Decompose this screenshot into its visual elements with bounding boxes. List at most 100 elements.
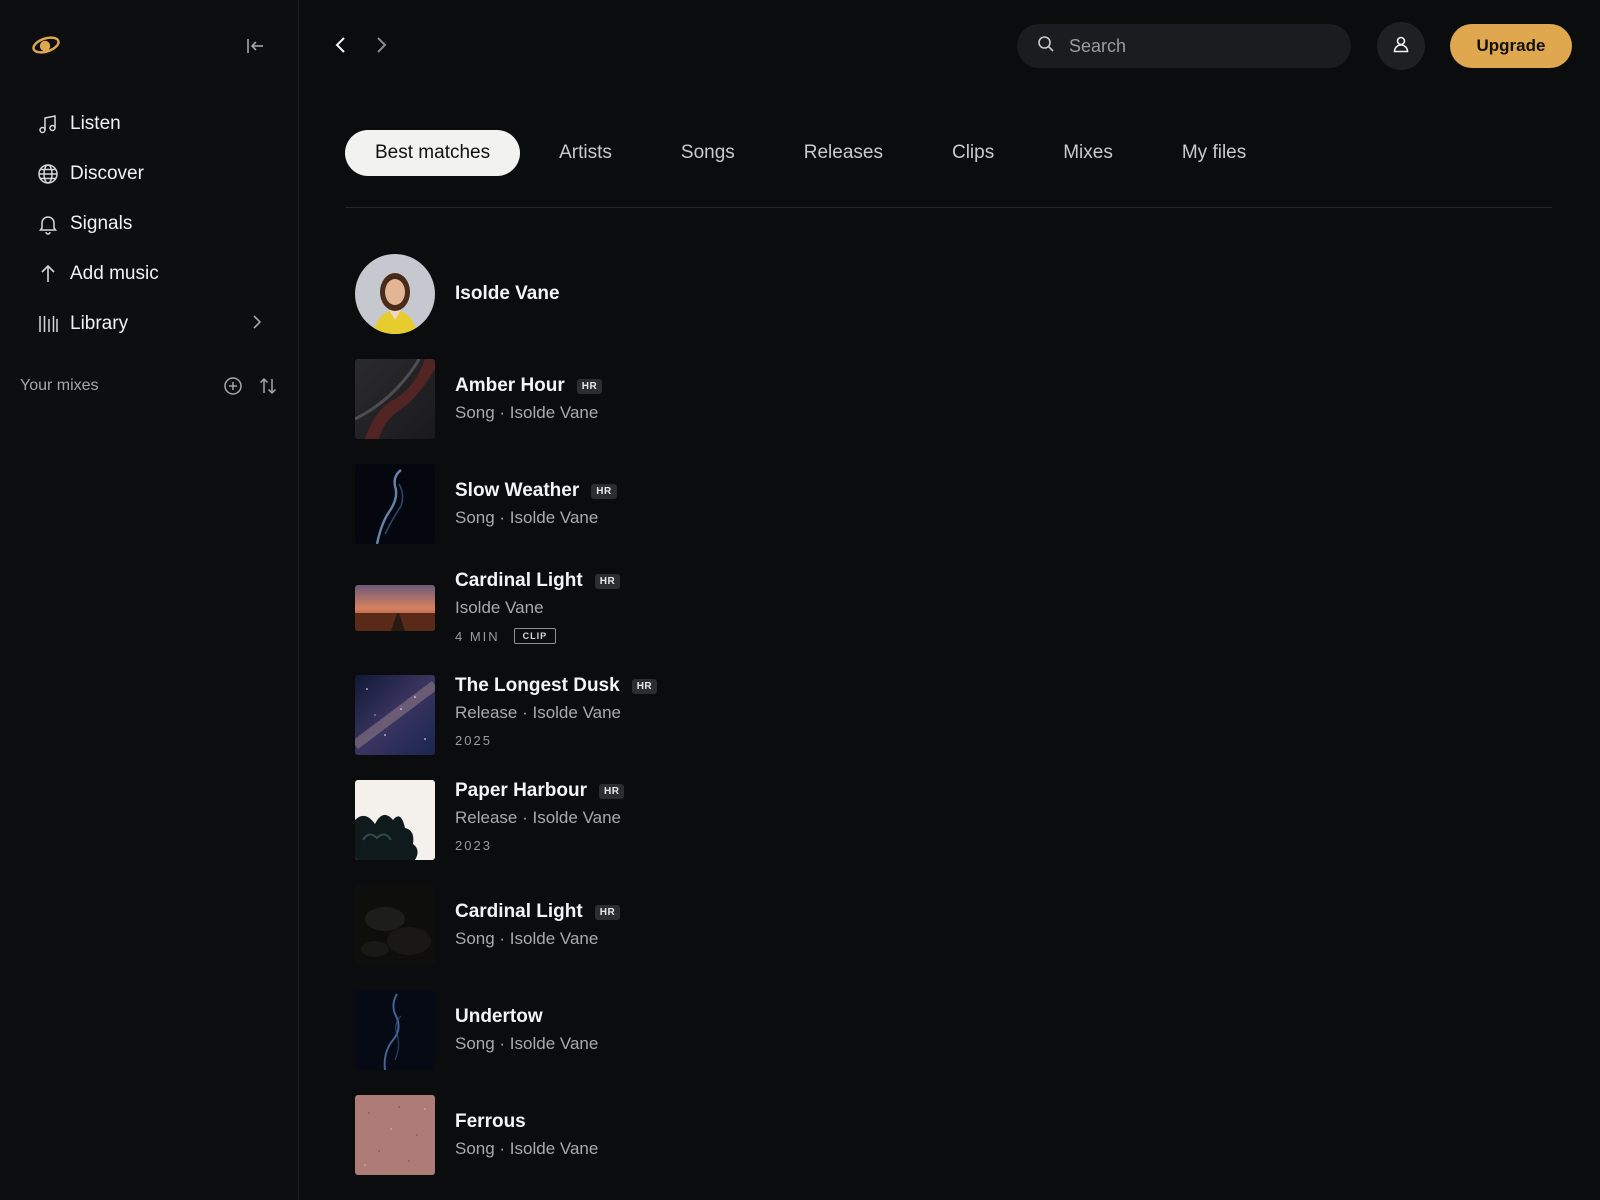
result-title-line: Undertow	[455, 1006, 598, 1028]
result-song-row[interactable]: Slow Weather HR Song · Isolde Vane	[355, 464, 617, 544]
your-mixes-header: Your mixes	[20, 372, 280, 400]
sidebar-item-label: Add music	[70, 263, 159, 284]
result-title-line: Cardinal Light HR	[455, 901, 621, 923]
result-info: Undertow Song · Isolde Vane	[455, 1006, 598, 1054]
sidebar-item-label: Discover	[70, 163, 144, 184]
result-meta: 2023	[455, 838, 624, 853]
release-year: 2025	[455, 733, 492, 748]
tabs-divider	[345, 207, 1552, 208]
release-year: 2023	[455, 838, 492, 853]
result-title-line: Slow Weather HR	[455, 480, 617, 502]
result-artist-row[interactable]: Isolde Vane	[355, 254, 560, 334]
result-info: Amber Hour HR Song · Isolde Vane	[455, 375, 603, 423]
result-release-row[interactable]: The Longest Dusk HR Release · Isolde Van…	[355, 675, 658, 755]
clip-duration: 4 MIN	[455, 628, 500, 644]
result-title: Cardinal Light	[455, 570, 583, 591]
account-button[interactable]	[1377, 22, 1425, 70]
tab-mixes[interactable]: Mixes	[1033, 130, 1143, 176]
result-title: Ferrous	[455, 1111, 526, 1132]
result-info: Cardinal Light HR Song · Isolde Vane	[455, 901, 621, 949]
tab-clips[interactable]: Clips	[922, 130, 1024, 176]
add-mix-icon[interactable]	[221, 374, 245, 398]
result-song-row[interactable]: Ferrous Song · Isolde Vane	[355, 1095, 598, 1175]
sidebar-nav: Listen Discover Signals Add music Librar…	[36, 99, 276, 349]
result-song-row[interactable]: Amber Hour HR Song · Isolde Vane	[355, 359, 603, 439]
sidebar-item-add-music[interactable]: Add music	[36, 249, 276, 299]
result-song-row[interactable]: Cardinal Light HR Song · Isolde Vane	[355, 885, 621, 965]
result-subtitle: Release · Isolde Vane	[455, 808, 622, 827]
tab-my-files[interactable]: My files	[1152, 130, 1276, 176]
artist-avatar	[355, 254, 435, 334]
library-icon	[36, 312, 60, 336]
result-info: Ferrous Song · Isolde Vane	[455, 1111, 598, 1159]
result-info: Isolde Vane	[455, 283, 560, 305]
app-logo-icon[interactable]	[30, 32, 62, 58]
result-subtitle: Isolde Vane	[455, 598, 544, 617]
result-subtitle: Song · Isolde Vane	[455, 403, 599, 422]
tab-artists[interactable]: Artists	[529, 130, 642, 176]
sidebar: Listen Discover Signals Add music Librar…	[0, 0, 299, 1200]
result-info: Cardinal Light HR Isolde Vane 4 MIN CLIP	[455, 570, 621, 644]
hi-res-badge: HR	[576, 378, 603, 394]
result-title: Isolde Vane	[455, 283, 560, 304]
sidebar-item-listen[interactable]: Listen	[36, 99, 276, 149]
back-icon[interactable]	[328, 32, 354, 58]
result-title-line: Ferrous	[455, 1111, 598, 1133]
tab-best-matches[interactable]: Best matches	[345, 130, 521, 176]
hi-res-badge: HR	[591, 483, 617, 499]
your-mixes-label: Your mixes	[20, 377, 99, 394]
search-bar[interactable]	[1017, 24, 1351, 68]
result-artwork	[355, 675, 435, 755]
result-title-line: Cardinal Light HR	[455, 570, 621, 592]
sidebar-item-signals[interactable]: Signals	[36, 199, 276, 249]
result-subtitle: Release · Isolde Vane	[455, 703, 622, 722]
result-subtitle: Song · Isolde Vane	[455, 1034, 599, 1053]
result-clip-row[interactable]: Cardinal Light HR Isolde Vane 4 MIN CLIP	[355, 570, 621, 644]
hi-res-badge: HR	[631, 678, 658, 694]
result-artwork	[355, 990, 435, 1070]
result-title-line: The Longest Dusk HR	[455, 675, 658, 697]
hi-res-badge: HR	[594, 904, 621, 920]
result-meta: 4 MIN CLIP	[455, 628, 620, 644]
result-release-row[interactable]: Paper Harbour HR Release · Isolde Vane 2…	[355, 780, 625, 860]
search-icon	[1037, 35, 1055, 58]
result-subtitle: Song · Isolde Vane	[455, 508, 599, 527]
chevron-right-icon[interactable]	[250, 313, 264, 336]
result-info: Slow Weather HR Song · Isolde Vane	[455, 480, 617, 528]
result-title: The Longest Dusk	[455, 675, 620, 696]
result-artwork	[355, 780, 435, 860]
result-title: Amber Hour	[455, 375, 565, 396]
result-artwork	[355, 885, 435, 965]
sidebar-item-label: Signals	[70, 213, 133, 234]
sort-icon[interactable]	[256, 374, 280, 398]
upgrade-button[interactable]: Upgrade	[1450, 24, 1572, 68]
hi-res-badge: HR	[594, 573, 621, 589]
clip-thumbnail	[355, 585, 435, 631]
hi-res-badge: HR	[598, 783, 625, 799]
result-title-line: Paper Harbour HR	[455, 780, 625, 802]
result-meta: 2025	[455, 733, 657, 748]
result-song-row[interactable]: Undertow Song · Isolde Vane	[355, 990, 598, 1070]
result-subtitle: Song · Isolde Vane	[455, 929, 599, 948]
arrow-up-icon	[36, 262, 60, 286]
sidebar-item-label: Library	[70, 313, 129, 334]
result-title: Slow Weather	[455, 480, 580, 501]
collapse-sidebar-icon[interactable]	[243, 34, 267, 58]
result-title: Cardinal Light	[455, 901, 583, 922]
result-title: Paper Harbour	[455, 780, 587, 801]
result-info: Paper Harbour HR Release · Isolde Vane 2…	[455, 780, 625, 853]
result-info: The Longest Dusk HR Release · Isolde Van…	[455, 675, 658, 748]
sidebar-item-label: Listen	[70, 113, 121, 134]
result-title: Undertow	[455, 1006, 543, 1027]
result-title-line: Amber Hour HR	[455, 375, 603, 397]
tab-releases[interactable]: Releases	[774, 130, 913, 176]
sidebar-item-library[interactable]: Library	[36, 299, 276, 349]
bell-icon	[36, 212, 60, 236]
forward-icon[interactable]	[368, 32, 394, 58]
sidebar-item-discover[interactable]: Discover	[36, 149, 276, 199]
music-note-icon	[36, 112, 60, 136]
tab-songs[interactable]: Songs	[651, 130, 765, 176]
search-input[interactable]	[1069, 35, 1319, 57]
search-tabs: Best matches Artists Songs Releases Clip…	[345, 130, 1285, 176]
user-icon	[1391, 34, 1411, 59]
